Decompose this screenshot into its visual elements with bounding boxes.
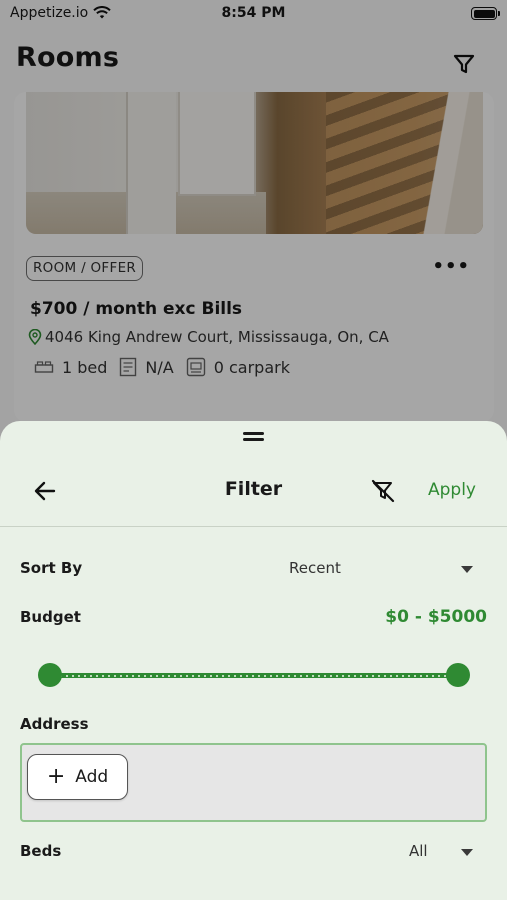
add-address-button[interactable]: + Add <box>27 754 128 800</box>
dropdown-caret-icon[interactable] <box>461 849 473 856</box>
filter-bottom-sheet: Filter Apply Sort By Recent Budget $0 - … <box>0 421 507 900</box>
budget-range-value: $0 - $5000 <box>385 607 487 627</box>
clear-filter-icon[interactable] <box>370 478 396 504</box>
budget-range-slider[interactable] <box>38 663 470 687</box>
add-address-label: Add <box>75 767 109 787</box>
dropdown-caret-icon[interactable] <box>461 566 473 573</box>
sort-by-select[interactable]: Recent <box>289 559 341 577</box>
slider-min-handle[interactable] <box>38 663 62 687</box>
sort-by-label: Sort By <box>20 559 83 577</box>
beds-label: Beds <box>20 842 62 860</box>
address-label: Address <box>20 715 89 733</box>
beds-select[interactable]: All <box>409 842 428 860</box>
apply-button[interactable]: Apply <box>428 480 476 500</box>
filter-header: Filter Apply <box>0 461 507 527</box>
plus-icon: + <box>46 764 66 789</box>
drag-handle[interactable] <box>243 432 264 441</box>
address-chip-field[interactable]: + Add <box>20 743 487 822</box>
budget-label: Budget <box>20 608 81 626</box>
slider-max-handle[interactable] <box>446 663 470 687</box>
